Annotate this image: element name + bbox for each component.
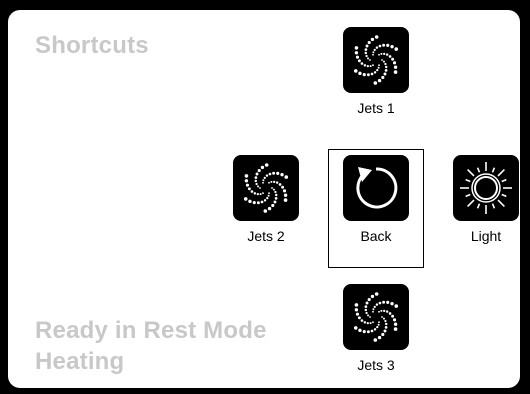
jets-1-button[interactable]: Jets 1 <box>343 27 409 116</box>
jets-3-button[interactable]: Jets 3 <box>343 284 409 373</box>
back-arrow-icon <box>343 155 409 221</box>
back-label: Back <box>360 228 392 244</box>
jets-icon <box>343 27 409 93</box>
jets-2-button[interactable]: Jets 2 <box>233 155 299 244</box>
status-line-heating: Heating <box>35 348 125 375</box>
jets-3-label: Jets 3 <box>357 357 395 373</box>
light-icon <box>453 155 519 221</box>
back-button[interactable]: Back <box>343 155 409 244</box>
light-button[interactable]: Light <box>453 155 519 244</box>
jets-2-label: Jets 2 <box>247 228 285 244</box>
status-line-rest-mode: Ready in Rest Mode <box>35 317 267 344</box>
light-label: Light <box>470 228 502 244</box>
page-title: Shortcuts <box>35 32 149 59</box>
jets-icon <box>343 284 409 350</box>
jets-icon <box>233 155 299 221</box>
jets-1-label: Jets 1 <box>357 100 395 116</box>
